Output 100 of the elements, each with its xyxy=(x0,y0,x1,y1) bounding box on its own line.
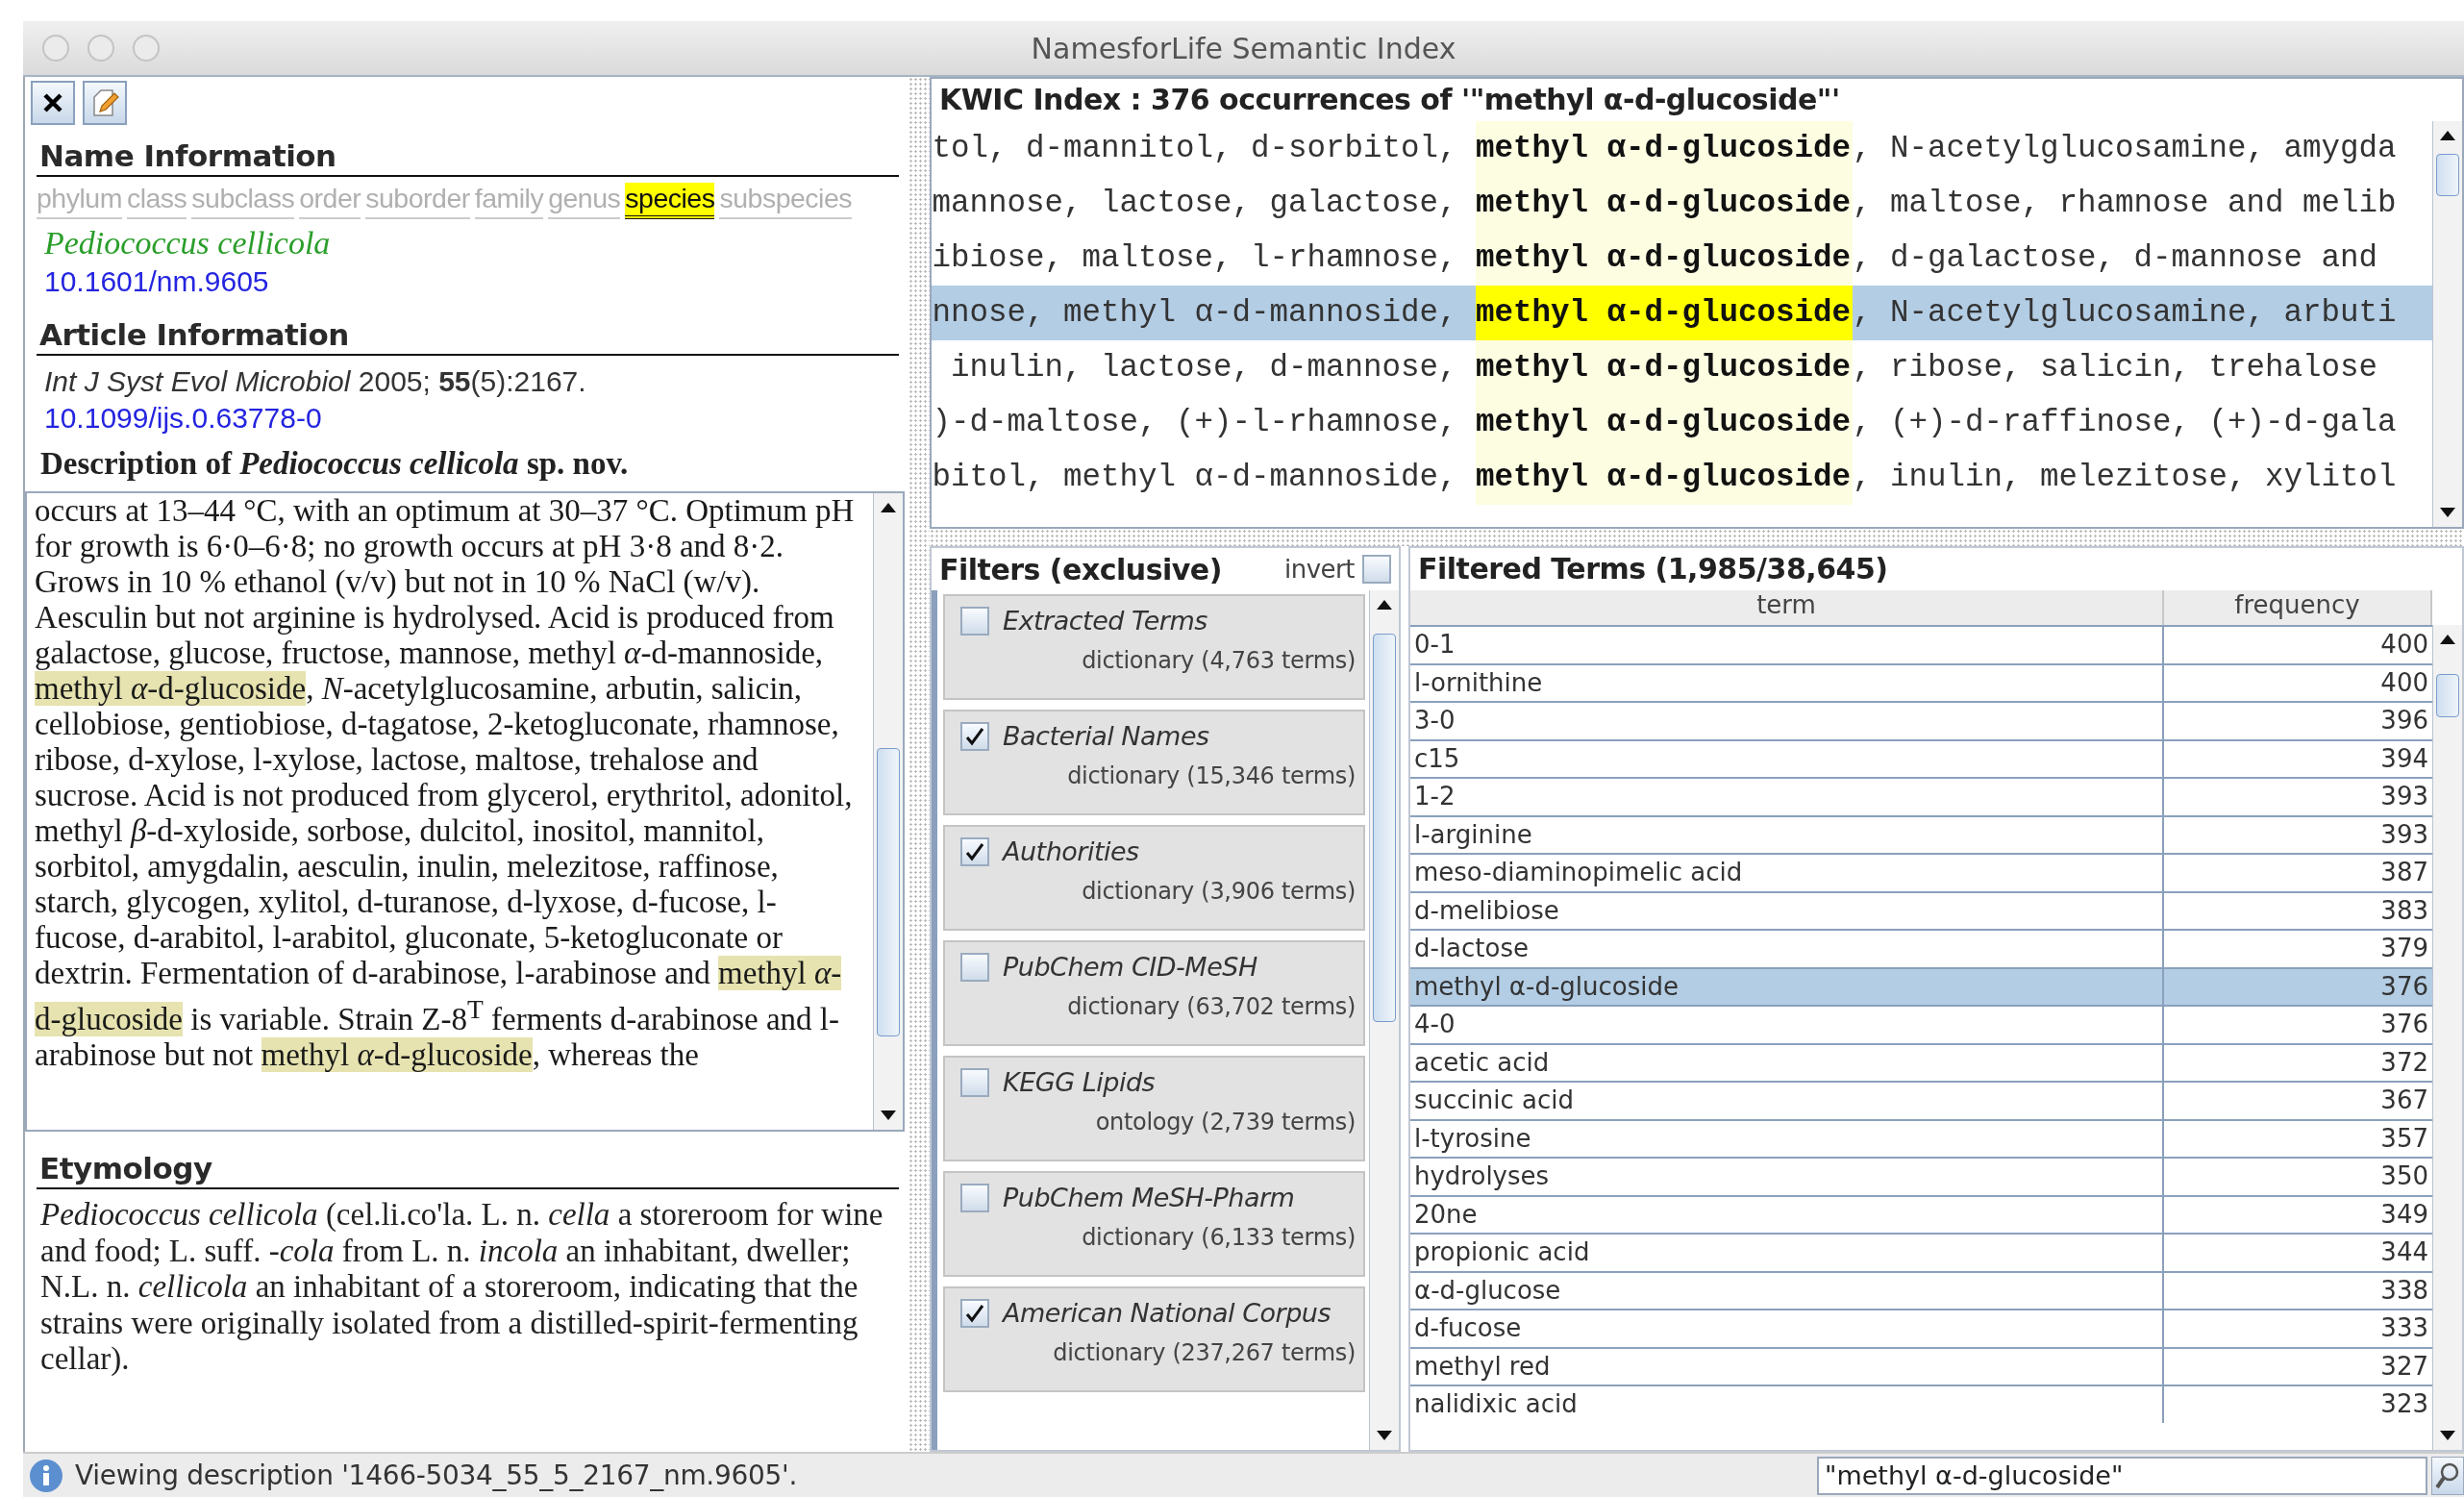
frequency-cell-text: 393 xyxy=(2379,781,2429,812)
right-context: , inulin, melezitose, xylitol xyxy=(1853,460,2398,495)
table-row[interactable]: l-tyrosine 357 xyxy=(1410,1118,2432,1157)
close-button[interactable] xyxy=(31,81,75,125)
splitter[interactable] xyxy=(908,77,930,1452)
search-button[interactable] xyxy=(2431,1456,2464,1495)
right-context: , N-acetylglucosamine, arbuti xyxy=(1853,295,2398,331)
table-row[interactable]: d-melibiose 383 xyxy=(1410,890,2432,929)
kwic-row[interactable]: mannose, lactose, galactose, methyl α-d-glucoside, maltose, rhamnose and melib xyxy=(932,176,2432,231)
term-cell: 4-0 xyxy=(1410,1007,2164,1043)
doi-link[interactable]: 10.1601/nm.9605 xyxy=(44,265,269,297)
term-cell: methyl red xyxy=(1410,1348,2164,1385)
filter-name: KEGG Lipids xyxy=(1003,1067,1156,1097)
window-button[interactable] xyxy=(87,35,114,62)
right-context: , (+)-d-raffinose, (+)-d-gala xyxy=(1853,405,2398,440)
frequency-cell-text: 400 xyxy=(2379,629,2429,661)
term-cell: l-ornithine xyxy=(1410,664,2164,701)
keyword: methyl α-d-glucoside xyxy=(1476,340,1853,395)
filter-source: dictionary (4,763 terms) xyxy=(1082,647,1356,674)
edit-button[interactable] xyxy=(83,81,127,125)
table-row[interactable]: 20ne 349 xyxy=(1410,1194,2432,1233)
frequency-cell-text: 396 xyxy=(2379,705,2429,736)
doi-link[interactable]: 10.1099/ijs.0.63778-0 xyxy=(44,402,322,434)
description-text: occurs at 13–44 °C, with an optimum at 30–37 °C. Optimum pH for growth is 6·0–6·8; no growth occurs at pH 3·8 and 8·2. Grows in 10 % ethanol (v/v) but not in 10 % NaCl (w/v). Aesculin but not arginine is hydrolysed. Acid is produced from galactose, glucose, fructose, mannose, methyl α-d-mannoside, methyl α-d-glucoside, N-acetylglucosamine, arbutin, salicin, cellobiose, gentiobiose, d-tagatose, 2-ketogluconate, rhamnose, ribose, d-xylose, l-xylose, lactose, maltose, trehalose and sucrose. Acid is not produced from glycerol, erythritol, adonitol, methyl β-d-xyloside, sorbose, dulcitol, inositol, mannitol, sorbitol, amygdalin, aesculin, inulin, melezitose, raffinose, starch, glycogen, xylitol, d-turanose, d-lyxose, d-fucose, l-fucose, d-arabitol, l-arabitol, gluconate, 5-ketogluconate or dextrin. Fermentation of d-arabinose, l-arabinose and methyl α-d-glucoside is variable. Strain Z-8$^{T}$ ferments d-arabinose and l-arabinose but not methyl α-d-glucoside, whereas the xyxy=(35,493,856,1073)
window-button[interactable] xyxy=(133,35,160,62)
filter-source: dictionary (3,906 terms) xyxy=(1082,878,1356,905)
search-icon xyxy=(2435,1460,2460,1490)
filter-name: PubChem MeSH-Pharm xyxy=(1003,1183,1295,1212)
term-cell: d-fucose xyxy=(1410,1310,2164,1347)
filter-name: Authorities xyxy=(1003,836,1139,866)
filter-checkbox[interactable] xyxy=(960,836,989,866)
table-row[interactable]: 4-0 376 xyxy=(1410,1005,2432,1043)
kwic-row[interactable]: tol, d-mannitol, d-sorbitol, methyl α-d-glucoside, N-acetylglucosamine, amygda xyxy=(932,121,2432,176)
table-row[interactable]: l-ornithine 400 xyxy=(1410,662,2432,701)
invert-checkbox[interactable] xyxy=(1362,555,1391,584)
window-button[interactable] xyxy=(42,35,69,62)
kwic-row[interactable]: )-d-maltose, (+)-l-rhamnose, methyl α-d-glucoside, (+)-d-raffinose, (+)-d-gala xyxy=(932,395,2432,450)
frequency-cell-text: 357 xyxy=(2379,1122,2429,1155)
section-heading: Article Information xyxy=(37,308,899,356)
table-row[interactable]: 0-1 400 xyxy=(1410,625,2432,663)
table-row[interactable]: 1-2 393 xyxy=(1410,777,2432,815)
rank-link[interactable]: species xyxy=(625,183,715,219)
term-cell: nalidixic acid xyxy=(1410,1386,2164,1423)
term-cell: l-arginine xyxy=(1410,816,2164,853)
etymology-text: Pediococcus cellicola (cel.li.co'la. L. n. cella a storeroom for wine and food; L. suff. -cola from L. n. incola an inhabitant, dweller; N.L. n. cellicola an inhabitant of a storeroom, indicating that the strains were originally isolated from a distilled-spirit-fermenting cellar). xyxy=(40,1197,884,1378)
checkmark-icon xyxy=(964,840,985,862)
frequency-cell-text: 376 xyxy=(2379,1009,2429,1040)
window-title: NamesforLife Semantic Index xyxy=(1031,31,1456,65)
table-row[interactable]: 3-0 396 xyxy=(1410,701,2432,739)
filter-name: Bacterial Names xyxy=(1003,721,1209,751)
kwic-row[interactable]: ibiose, maltose, l-rhamnose, methyl α-d-glucoside, d-galactose, d-mannose and xyxy=(932,231,2432,286)
table-row[interactable]: methyl red 327 xyxy=(1410,1346,2432,1385)
table-row[interactable]: nalidixic acid 323 xyxy=(1410,1385,2432,1423)
table-row[interactable]: d-fucose 333 xyxy=(1410,1309,2432,1347)
left-context: mannose, lactose, galactose, xyxy=(932,186,1458,221)
table-row[interactable]: methyl α-d-glucoside 376 xyxy=(1410,966,2432,1005)
scrollbar[interactable] xyxy=(2432,625,2462,1450)
table-row[interactable]: l-arginine 393 xyxy=(1410,814,2432,853)
term-cell: 1-2 xyxy=(1410,779,2164,815)
right-context: , ribose, salicin, trehalose xyxy=(1853,350,2379,386)
right-context: , maltose, rhamnose and melib xyxy=(1853,186,2398,221)
scrollbar[interactable] xyxy=(873,493,903,1130)
term-cell: meso-diaminopimelic acid xyxy=(1410,855,2164,891)
table-row[interactable]: meso-diaminopimelic acid 387 xyxy=(1410,853,2432,891)
kwic-row[interactable]: bitol, methyl α-d-mannoside, methyl α-d-glucoside, inulin, melezitose, xylitol xyxy=(932,450,2432,505)
scrollbar[interactable] xyxy=(1369,590,1399,1450)
term-cell: methyl α-d-glucoside xyxy=(1410,968,2164,1005)
splitter[interactable] xyxy=(930,529,2464,546)
close-icon xyxy=(41,91,64,114)
filter-name: American National Corpus xyxy=(1003,1298,1331,1328)
kwic-row[interactable]: nnose, methyl α-d-mannoside, methyl α-d-glucoside, N-acetylglucosamine, arbuti xyxy=(932,286,2432,340)
table-row[interactable]: acetic acid 372 xyxy=(1410,1042,2432,1081)
filter-checkbox[interactable] xyxy=(960,606,989,636)
table-row[interactable]: propionic acid 344 xyxy=(1410,1233,2432,1271)
frequency-cell-text: 376 xyxy=(2379,970,2429,1003)
table-row[interactable]: hydrolyses 350 xyxy=(1410,1157,2432,1195)
filter-checkbox[interactable] xyxy=(960,721,989,751)
kwic-row[interactable]: inulin, lactose, d-mannose, methyl α-d-glucoside, ribose, salicin, trehalose xyxy=(932,340,2432,395)
frequency-cell-text: 333 xyxy=(2379,1312,2429,1344)
keyword: methyl α-d-glucoside xyxy=(1476,176,1853,231)
filter-checkbox[interactable] xyxy=(960,952,989,982)
filter-checkbox[interactable] xyxy=(960,1298,989,1328)
species-name: Pediococcus cellicola xyxy=(44,225,331,261)
info-icon xyxy=(29,1458,63,1493)
term-cell: succinic acid xyxy=(1410,1083,2164,1119)
left-context: )-d-maltose, (+)-l-rhamnose, xyxy=(932,405,1458,440)
table-row[interactable]: c15 394 xyxy=(1410,738,2432,777)
table-row[interactable]: α-d-glucose 338 xyxy=(1410,1270,2432,1309)
scrollbar[interactable] xyxy=(2432,121,2462,527)
left-context: bitol, methyl α-d-mannoside, xyxy=(932,460,1458,495)
filter-checkbox[interactable] xyxy=(960,1067,989,1097)
column-header[interactable]: frequency xyxy=(2164,590,2432,625)
filter-checkbox[interactable] xyxy=(960,1183,989,1212)
table-row[interactable]: succinic acid 367 xyxy=(1410,1081,2432,1119)
search-field[interactable]: "methyl α-d-glucoside" xyxy=(1817,1456,2428,1495)
keyword: methyl α-d-glucoside xyxy=(1476,121,1853,176)
right-context: , N-acetylglucosamine, amygda xyxy=(1853,131,2398,166)
column-header[interactable]: term xyxy=(1410,590,2164,625)
citation: Int J Syst Evol Microbiol 2005; 55(5):2167. xyxy=(44,365,586,397)
section-heading: Name Information xyxy=(37,129,899,177)
